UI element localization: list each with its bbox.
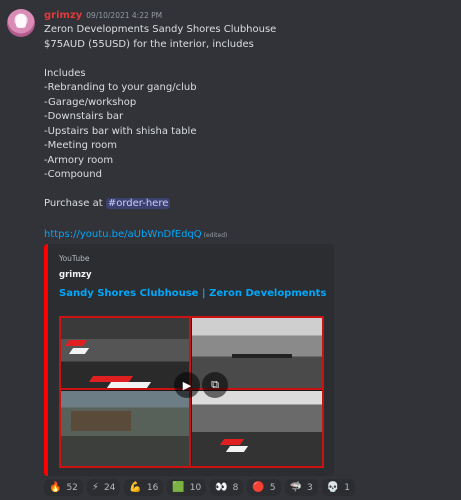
- username[interactable]: grimzy: [44, 10, 82, 21]
- message-line: Zeron Developments Sandy Shores Clubhous…: [44, 24, 277, 35]
- thumbnail-panel-exterior: [61, 391, 189, 466]
- message-header: grimzy 09/10/2021 4:22 PM: [44, 10, 162, 22]
- message-line: -Armory room: [44, 154, 114, 166]
- channel-mention-order-here[interactable]: #order-here: [105, 198, 171, 209]
- reaction-count: 8: [232, 482, 239, 493]
- youtube-link-row: https://youtu.be/aUbWnDfEdqQ (edited): [44, 229, 227, 240]
- thumbnail-panel-bar: [61, 318, 189, 388]
- message-line: [44, 183, 444, 198]
- eyes-emoji-icon: 👀: [215, 481, 228, 493]
- sparkles-emoji-icon: ⚡: [91, 481, 99, 493]
- reaction-count: 1: [344, 482, 350, 493]
- reaction-count: 24: [103, 482, 116, 493]
- reaction-eyes[interactable]: 👀 8: [210, 479, 244, 496]
- message-line: Includes: [44, 67, 86, 79]
- reaction-red-dot[interactable]: 🔴 5: [247, 479, 281, 496]
- youtube-link[interactable]: https://youtu.be/aUbWnDfEdqQ: [44, 229, 202, 240]
- fire-emoji-icon: 🔥: [49, 481, 62, 493]
- reaction-muscle[interactable]: 💪 16: [124, 479, 164, 496]
- reaction-count: 16: [146, 482, 159, 493]
- decor-building: [71, 411, 131, 431]
- embed-author[interactable]: grimzy: [59, 270, 92, 280]
- decor-stripe: [225, 446, 249, 452]
- reaction-count: 52: [66, 482, 78, 493]
- decor-stripe: [68, 348, 90, 354]
- youtube-embed: YouTube grimzy Sandy Shores Clubhouse | …: [44, 244, 334, 476]
- message-content: Zeron Developments Sandy Shores Clubhous…: [44, 23, 444, 212]
- reaction-count: 5: [269, 482, 276, 493]
- message-line: -Garage/workshop: [44, 96, 137, 108]
- red-dot-emoji-icon: 🔴: [252, 481, 265, 493]
- reaction-skull[interactable]: 💀 1: [321, 479, 355, 496]
- play-icon[interactable]: ▶: [174, 372, 200, 398]
- message-line: [44, 52, 444, 67]
- reaction-count: 3: [307, 482, 313, 493]
- embed-title-link[interactable]: Sandy Shores Clubhouse | Zeron Developme…: [59, 288, 326, 299]
- embed-provider[interactable]: YouTube: [59, 254, 90, 263]
- skull-emoji-icon: 💀: [326, 481, 340, 493]
- edited-label: (edited): [203, 232, 228, 239]
- thumbnail-panel-garage: [192, 391, 322, 466]
- purchase-prefix: Purchase at: [44, 198, 106, 209]
- reaction-green[interactable]: 🟩 10: [167, 479, 207, 496]
- avatar-figure: [16, 14, 26, 28]
- timestamp[interactable]: 09/10/2021 4:22 PM: [86, 11, 162, 20]
- purchase-line: Purchase at #order-here: [44, 197, 444, 212]
- reactions-bar: 🔥 52 ⚡ 24 💪 16 🟩 10 👀 8 🔴 5 🦈 3 💀 1: [44, 479, 355, 496]
- decor-stripe: [219, 439, 245, 445]
- reaction-fire[interactable]: 🔥 52: [44, 479, 83, 496]
- message-line: -Compound: [44, 169, 102, 180]
- message-line: -Upstairs bar with shisha table: [44, 125, 197, 137]
- reaction-sparkles[interactable]: ⚡ 24: [86, 479, 121, 496]
- shark-emoji-icon: 🦈: [289, 481, 303, 493]
- message-line: -Downstairs bar: [44, 111, 124, 122]
- decor-stripe: [64, 340, 88, 346]
- reaction-count: 10: [189, 482, 202, 493]
- reaction-shark[interactable]: 🦈 3: [284, 479, 318, 496]
- message-line: -Meeting room: [44, 140, 117, 151]
- decor-table: [232, 354, 292, 358]
- popout-icon[interactable]: ⧉: [202, 372, 228, 398]
- muscle-emoji-icon: 💪: [129, 481, 142, 493]
- green-emoji-icon: 🟩: [172, 481, 185, 493]
- avatar[interactable]: [7, 9, 35, 37]
- message-line: -Rebranding to your gang/club: [44, 82, 197, 93]
- message-line: $75AUD (55USD) for the interior, include…: [44, 38, 254, 50]
- video-thumbnail[interactable]: ▶ ⧉: [59, 316, 324, 468]
